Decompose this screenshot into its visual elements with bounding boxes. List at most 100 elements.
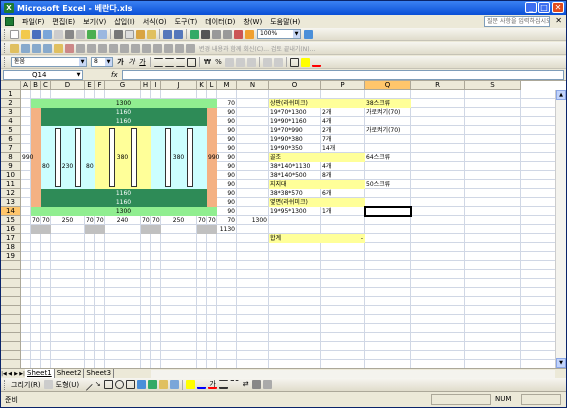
total-label[interactable]: 합계 (270, 234, 319, 243)
help-question-input[interactable]: 질문 사항을 입력하십시오. (484, 16, 550, 27)
column-header-d[interactable]: D (51, 81, 85, 90)
line-icon[interactable] (80, 378, 93, 391)
increase-decimal-icon[interactable] (236, 57, 245, 67)
wordart-icon[interactable] (137, 380, 147, 389)
select-objects-icon[interactable] (43, 380, 53, 389)
dim-label[interactable]: 80 (86, 162, 94, 171)
review-icon-4[interactable] (54, 43, 63, 53)
material-note[interactable]: 50스크류 (366, 180, 409, 189)
menu-view[interactable]: 보기(V) (79, 17, 110, 27)
column-header-e[interactable]: E (85, 81, 95, 90)
material-header[interactable]: 옆면(라쉬미크) (270, 198, 319, 207)
font-color-icon[interactable]: 가 (208, 380, 218, 389)
autoshapes-menu-button[interactable]: 도형(U) (56, 380, 79, 390)
save-icon[interactable] (32, 29, 41, 39)
total-value[interactable]: - (322, 234, 363, 243)
picture-icon[interactable] (170, 380, 180, 389)
column-header-g[interactable]: G (105, 81, 141, 90)
undo-icon[interactable] (163, 29, 172, 39)
dim-label[interactable]: 380 (106, 153, 139, 162)
review-icon[interactable] (21, 43, 30, 53)
chart-wizard-icon[interactable] (234, 29, 243, 39)
dim-label[interactable]: 70 (42, 216, 50, 225)
material-qty[interactable]: 1개 (322, 207, 363, 216)
review-icon-11[interactable] (131, 43, 140, 53)
bold-icon[interactable]: 가 (116, 58, 125, 67)
row-header[interactable] (1, 270, 21, 279)
decrease-decimal-icon[interactable] (247, 57, 256, 67)
toolbar-grip-icon[interactable] (4, 57, 7, 67)
dim-label[interactable]: 230 (52, 162, 83, 171)
column-header-h[interactable]: H (141, 81, 151, 90)
column-header-k[interactable]: K (197, 81, 207, 90)
row-header[interactable] (1, 315, 21, 324)
row-header[interactable] (1, 333, 21, 342)
decrease-indent-icon[interactable] (263, 57, 272, 67)
row-header[interactable]: 11 (1, 180, 21, 189)
dim-label[interactable]: 1160 (42, 117, 205, 126)
close-button[interactable]: ✕ (552, 2, 564, 13)
m-column-value[interactable]: 90 (218, 180, 235, 189)
material-note[interactable]: 38스크류 (366, 99, 409, 108)
tab-sheet3[interactable]: Sheet3 (84, 369, 115, 378)
dim-label[interactable]: 70 (32, 216, 40, 225)
m-column-value[interactable]: 70 (218, 99, 235, 108)
cut-icon[interactable] (114, 29, 123, 39)
line-style-icon[interactable] (219, 380, 229, 389)
text-box-icon[interactable] (126, 380, 136, 389)
m-column-value[interactable]: 90 (218, 117, 235, 126)
comma-style-icon[interactable] (225, 57, 234, 67)
column-header-l[interactable]: L (207, 81, 217, 90)
column-header-m[interactable]: M (217, 81, 237, 90)
material-qty[interactable]: 4개 (322, 117, 363, 126)
comment-icon[interactable] (10, 43, 19, 53)
material-qty[interactable]: 2개 (322, 108, 363, 117)
oval-icon[interactable] (115, 380, 125, 389)
font-size-combo[interactable]: 8 ▼ (91, 57, 113, 67)
row-header[interactable]: 16 (1, 225, 21, 234)
review-icon-9[interactable] (109, 43, 118, 53)
format-painter-icon[interactable] (147, 29, 156, 39)
material-qty[interactable]: 2개 (322, 126, 363, 135)
m-column-value[interactable]: 90 (218, 135, 235, 144)
vertical-scrollbar[interactable]: ▲ ▼ (555, 90, 566, 368)
paste-icon[interactable] (136, 29, 145, 39)
row-header[interactable]: 7 (1, 144, 21, 153)
function-icon[interactable]: fx (111, 71, 118, 79)
row-header[interactable] (1, 342, 21, 351)
row-header[interactable]: 19 (1, 252, 21, 261)
row-header[interactable]: 14 (1, 207, 21, 216)
material-header[interactable]: 상판(라쉬미크) (270, 99, 319, 108)
dim-label[interactable]: 1160 (42, 108, 205, 117)
row-header[interactable]: 8 (1, 153, 21, 162)
column-header-q[interactable]: Q (365, 81, 411, 90)
material-qty[interactable]: 4개 (322, 162, 363, 171)
column-header-p[interactable]: P (321, 81, 365, 90)
review-icon-15[interactable] (175, 43, 184, 53)
row-header[interactable] (1, 351, 21, 360)
material-qty[interactable]: 7개 (322, 135, 363, 144)
scroll-up-icon[interactable]: ▲ (556, 90, 566, 100)
material-spec[interactable]: 19*70*1300 (270, 108, 319, 117)
material-spec[interactable]: 19*90*380 (270, 135, 319, 144)
zoom-combo[interactable]: 100% ▼ (257, 29, 301, 39)
align-right-icon[interactable] (176, 57, 185, 67)
active-cell-q14[interactable] (364, 206, 412, 217)
material-spec[interactable]: 38*140*500 (270, 171, 319, 180)
minimize-button[interactable]: _ (525, 2, 537, 13)
dim-label[interactable]: 1130 (218, 225, 235, 234)
review-icon-2[interactable] (32, 43, 41, 53)
drawing-icon[interactable] (245, 29, 254, 39)
percent-icon[interactable]: % (214, 58, 223, 67)
dim-label[interactable]: 250 (162, 216, 195, 225)
row-header[interactable]: 9 (1, 162, 21, 171)
clip-art-icon[interactable] (159, 380, 169, 389)
menu-format[interactable]: 서식(O) (139, 17, 171, 27)
dim-label[interactable]: 1300 (42, 207, 205, 216)
m-column-value[interactable]: 90 (218, 189, 235, 198)
arrow-icon[interactable]: ↘ (93, 380, 102, 389)
m-column-value[interactable]: 90 (218, 144, 235, 153)
column-header-o[interactable]: O (269, 81, 321, 90)
hyperlink-icon[interactable] (190, 29, 199, 39)
toolbar-grip-icon[interactable] (4, 29, 7, 39)
